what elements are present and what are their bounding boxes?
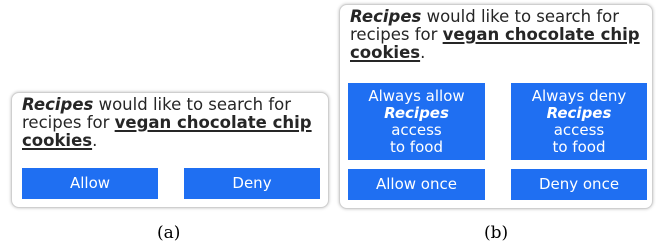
always-deny-prefix: Always deny (531, 86, 627, 105)
always-deny-suffix: access to food (552, 120, 606, 156)
app-name: Recipes (384, 103, 449, 122)
deny-button[interactable]: Deny (184, 168, 320, 199)
always-allow-button[interactable]: Always allow Recipes access to food (348, 83, 485, 160)
allow-once-button[interactable]: Allow once (348, 169, 485, 200)
permission-message: Recipes would like to search for recipes… (350, 8, 644, 62)
always-allow-prefix: Always allow (368, 86, 465, 105)
permission-dialog-b: Recipes would like to search for recipes… (339, 4, 653, 209)
app-name: Recipes (22, 95, 94, 114)
permission-dialog-a: Recipes would like to search for recipes… (11, 92, 329, 208)
app-name: Recipes (350, 7, 422, 26)
message-end: . (92, 131, 98, 150)
message-end: . (420, 43, 426, 62)
caption-b: (b) (484, 223, 509, 243)
app-name: Recipes (546, 103, 612, 122)
always-deny-button[interactable]: Always deny Recipes access to food (511, 83, 647, 160)
allow-button[interactable]: Allow (22, 168, 158, 199)
always-allow-suffix: access to food (389, 120, 443, 156)
caption-a: (a) (157, 223, 181, 243)
deny-once-button[interactable]: Deny once (511, 169, 647, 200)
permission-message: Recipes would like to search for recipes… (22, 96, 320, 150)
